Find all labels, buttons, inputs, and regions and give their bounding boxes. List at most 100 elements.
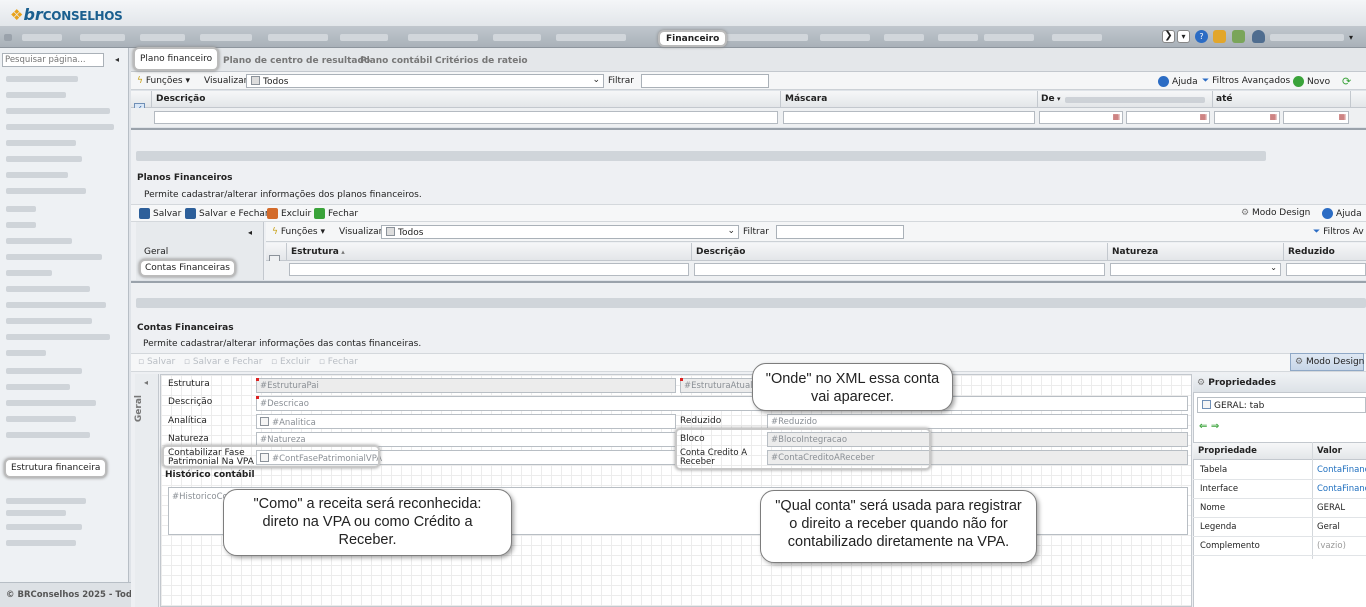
filter-natureza-select[interactable]: ⌄ bbox=[1110, 263, 1281, 276]
col-estrutura[interactable]: Estrutura ▴ bbox=[291, 247, 345, 257]
col-ate[interactable]: até bbox=[1216, 94, 1232, 104]
calendar-icon[interactable]: ▦ bbox=[1112, 112, 1120, 121]
panel1-view-select[interactable]: Todos ⌄ bbox=[246, 74, 604, 88]
sidebar-search-input[interactable] bbox=[2, 53, 104, 67]
help-icon bbox=[1158, 76, 1169, 87]
refresh-icon[interactable]: ⟳ bbox=[1342, 75, 1351, 88]
sidebar-item-estrutura-financeira[interactable]: Estrutura financeira bbox=[4, 458, 108, 478]
property-key: Tabela bbox=[1200, 465, 1228, 475]
panel1-novo-button[interactable]: Novo bbox=[1293, 76, 1330, 87]
panel2-grid-header bbox=[266, 243, 1366, 261]
property-value[interactable]: ContaFinanc bbox=[1317, 484, 1366, 494]
panel3-breadcrumb-blurred bbox=[136, 298, 1366, 308]
col-descricao-2[interactable]: Descrição bbox=[696, 247, 745, 257]
panel1-ajuda-button[interactable]: Ajuda bbox=[1158, 76, 1198, 87]
properties-nav-arrows[interactable]: ⇐ ⇒ bbox=[1199, 421, 1219, 432]
tab-icon bbox=[1202, 400, 1211, 409]
panel2-nav-contas-financeiras[interactable]: Contas Financeiras bbox=[139, 259, 236, 277]
filter-de-start-input[interactable]: ▦ bbox=[1039, 111, 1123, 124]
callout-qual: "Qual conta" será usada para registrar o… bbox=[760, 490, 1037, 563]
excluir-button[interactable]: Excluir bbox=[267, 208, 311, 219]
properties-title: ⚙ Propriedades bbox=[1193, 374, 1366, 393]
gear-icon: ⚙ bbox=[1295, 357, 1304, 367]
sidebar-collapse-icon[interactable]: ◂ bbox=[110, 55, 124, 67]
col-descricao[interactable]: Descrição bbox=[156, 94, 205, 104]
panel1-filter-input[interactable] bbox=[641, 74, 769, 88]
filter-ate-end-input[interactable]: ▦ bbox=[1283, 111, 1349, 124]
label-descricao: Descrição bbox=[168, 397, 213, 407]
list-icon bbox=[386, 227, 395, 236]
gear-icon: ⚙ bbox=[1241, 208, 1250, 218]
col-de[interactable]: De ▾ bbox=[1041, 94, 1061, 104]
analitica-checkbox[interactable] bbox=[260, 417, 269, 426]
field-analitica[interactable]: #Analitica bbox=[256, 414, 676, 429]
user-menu-chevron-icon[interactable]: ▾ bbox=[1349, 33, 1353, 42]
tab-plano-contabil[interactable]: Plano contábil bbox=[360, 56, 432, 66]
notifications-icon[interactable] bbox=[1213, 30, 1226, 43]
filter-ate-start-input[interactable]: ▦ bbox=[1214, 111, 1280, 124]
panel2-filtros-avancados-button[interactable]: ⏷ Filtros Av bbox=[1313, 227, 1364, 237]
panel3-title: Contas Financeiras bbox=[137, 323, 234, 333]
filter-reduzido-input[interactable] bbox=[1286, 263, 1366, 276]
col-mascara[interactable]: Máscara bbox=[785, 94, 827, 104]
salvar-button[interactable]: Salvar bbox=[139, 208, 181, 219]
help-icon[interactable]: ? bbox=[1195, 30, 1208, 43]
panel2-view-select[interactable]: Todos ⌄ bbox=[381, 225, 739, 239]
arrow-right-icon[interactable]: ⇒ bbox=[1211, 421, 1219, 432]
property-value[interactable]: Geral bbox=[1317, 522, 1340, 532]
panel2-title: Planos Financeiros bbox=[137, 173, 233, 183]
scroll-right-icon[interactable]: ❯ bbox=[1162, 30, 1175, 43]
panel2-ajuda-button[interactable]: Ajuda bbox=[1322, 208, 1362, 219]
calendar-icon[interactable]: ▦ bbox=[1269, 112, 1277, 121]
tab-criterios-rateio[interactable]: Critérios de rateio bbox=[435, 56, 528, 66]
filter-estrutura-input[interactable] bbox=[289, 263, 689, 276]
panel2-nav-geral[interactable]: Geral bbox=[144, 247, 168, 257]
filter-de-end-input[interactable]: ▦ bbox=[1126, 111, 1210, 124]
field-estrutura-pai[interactable]: #EstruturaPai bbox=[256, 378, 676, 393]
panel1-funcoes-menu[interactable]: ϟ Funções ▾ bbox=[137, 76, 190, 86]
tab-plano-centro-resultado[interactable]: Plano de centro de resultado bbox=[223, 56, 370, 66]
required-marker bbox=[256, 396, 259, 399]
panel2-funcoes-menu[interactable]: ϟ Funções ▾ bbox=[272, 227, 325, 237]
filter-mascara-input[interactable] bbox=[783, 111, 1035, 124]
label-analitica: Analítica bbox=[168, 416, 207, 426]
save-icon bbox=[139, 208, 150, 219]
user-avatar-icon[interactable] bbox=[1252, 30, 1265, 43]
chevron-down-icon: ⌄ bbox=[1270, 263, 1277, 272]
properties-col-valor: Valor bbox=[1317, 446, 1342, 456]
panel2-filter-input[interactable] bbox=[776, 225, 904, 239]
filter-descricao-2-input[interactable] bbox=[694, 263, 1105, 276]
chevron-down-icon: ⌄ bbox=[592, 75, 600, 85]
filter-icon: ⏷ bbox=[1313, 227, 1321, 237]
calendar-icon[interactable]: ▦ bbox=[1199, 112, 1207, 121]
calendar-icon[interactable]: ▦ bbox=[1338, 112, 1346, 121]
menu-item-financeiro[interactable]: Financeiro bbox=[658, 30, 728, 47]
panel1-filtros-avancados-button[interactable]: ⏷ Filtros Avançados bbox=[1202, 76, 1290, 86]
field-descricao[interactable]: #Descricao bbox=[256, 396, 1188, 411]
properties-selected-element[interactable]: GERAL: tab bbox=[1197, 397, 1366, 413]
filter-descricao-input[interactable] bbox=[154, 111, 778, 124]
lightning-icon: ϟ bbox=[272, 227, 278, 237]
field-reduzido[interactable]: #Reduzido bbox=[767, 414, 1188, 429]
home-icon[interactable] bbox=[1232, 30, 1245, 43]
property-value[interactable]: (vazio) bbox=[1317, 541, 1346, 551]
vertical-tab-geral[interactable]: Geral bbox=[134, 395, 160, 422]
properties-col-propriedade: Propriedade bbox=[1198, 446, 1257, 456]
tab-plano-financeiro[interactable]: Plano financeiro bbox=[133, 47, 220, 71]
col-natureza[interactable]: Natureza bbox=[1112, 247, 1158, 257]
more-down-icon[interactable]: ▾ bbox=[1177, 30, 1190, 43]
property-value[interactable]: GERAL bbox=[1317, 503, 1345, 513]
field-estrutura-atual[interactable]: #EstruturaAtual bbox=[680, 378, 760, 393]
panel2-nav-collapse-icon[interactable]: ◂ bbox=[248, 228, 252, 237]
modo-design-button[interactable]: ⚙ Modo Design bbox=[1241, 208, 1310, 218]
modo-design-toggle-button[interactable]: ⚙ Modo Design bbox=[1290, 353, 1364, 371]
app-logo[interactable]: ❖brCONSELHOS bbox=[10, 5, 123, 24]
property-value[interactable]: ContaFinanc bbox=[1317, 465, 1366, 475]
col-reduzido[interactable]: Reduzido bbox=[1288, 247, 1335, 257]
fechar-button[interactable]: Fechar bbox=[314, 208, 358, 219]
chevron-down-icon: ⌄ bbox=[727, 226, 735, 236]
arrow-left-icon[interactable]: ⇐ bbox=[1199, 421, 1207, 432]
vertical-tab-collapse-icon[interactable]: ◂ bbox=[144, 378, 148, 387]
salvar-fechar-button[interactable]: Salvar e Fechar bbox=[185, 208, 269, 219]
top-bar bbox=[0, 0, 1366, 27]
